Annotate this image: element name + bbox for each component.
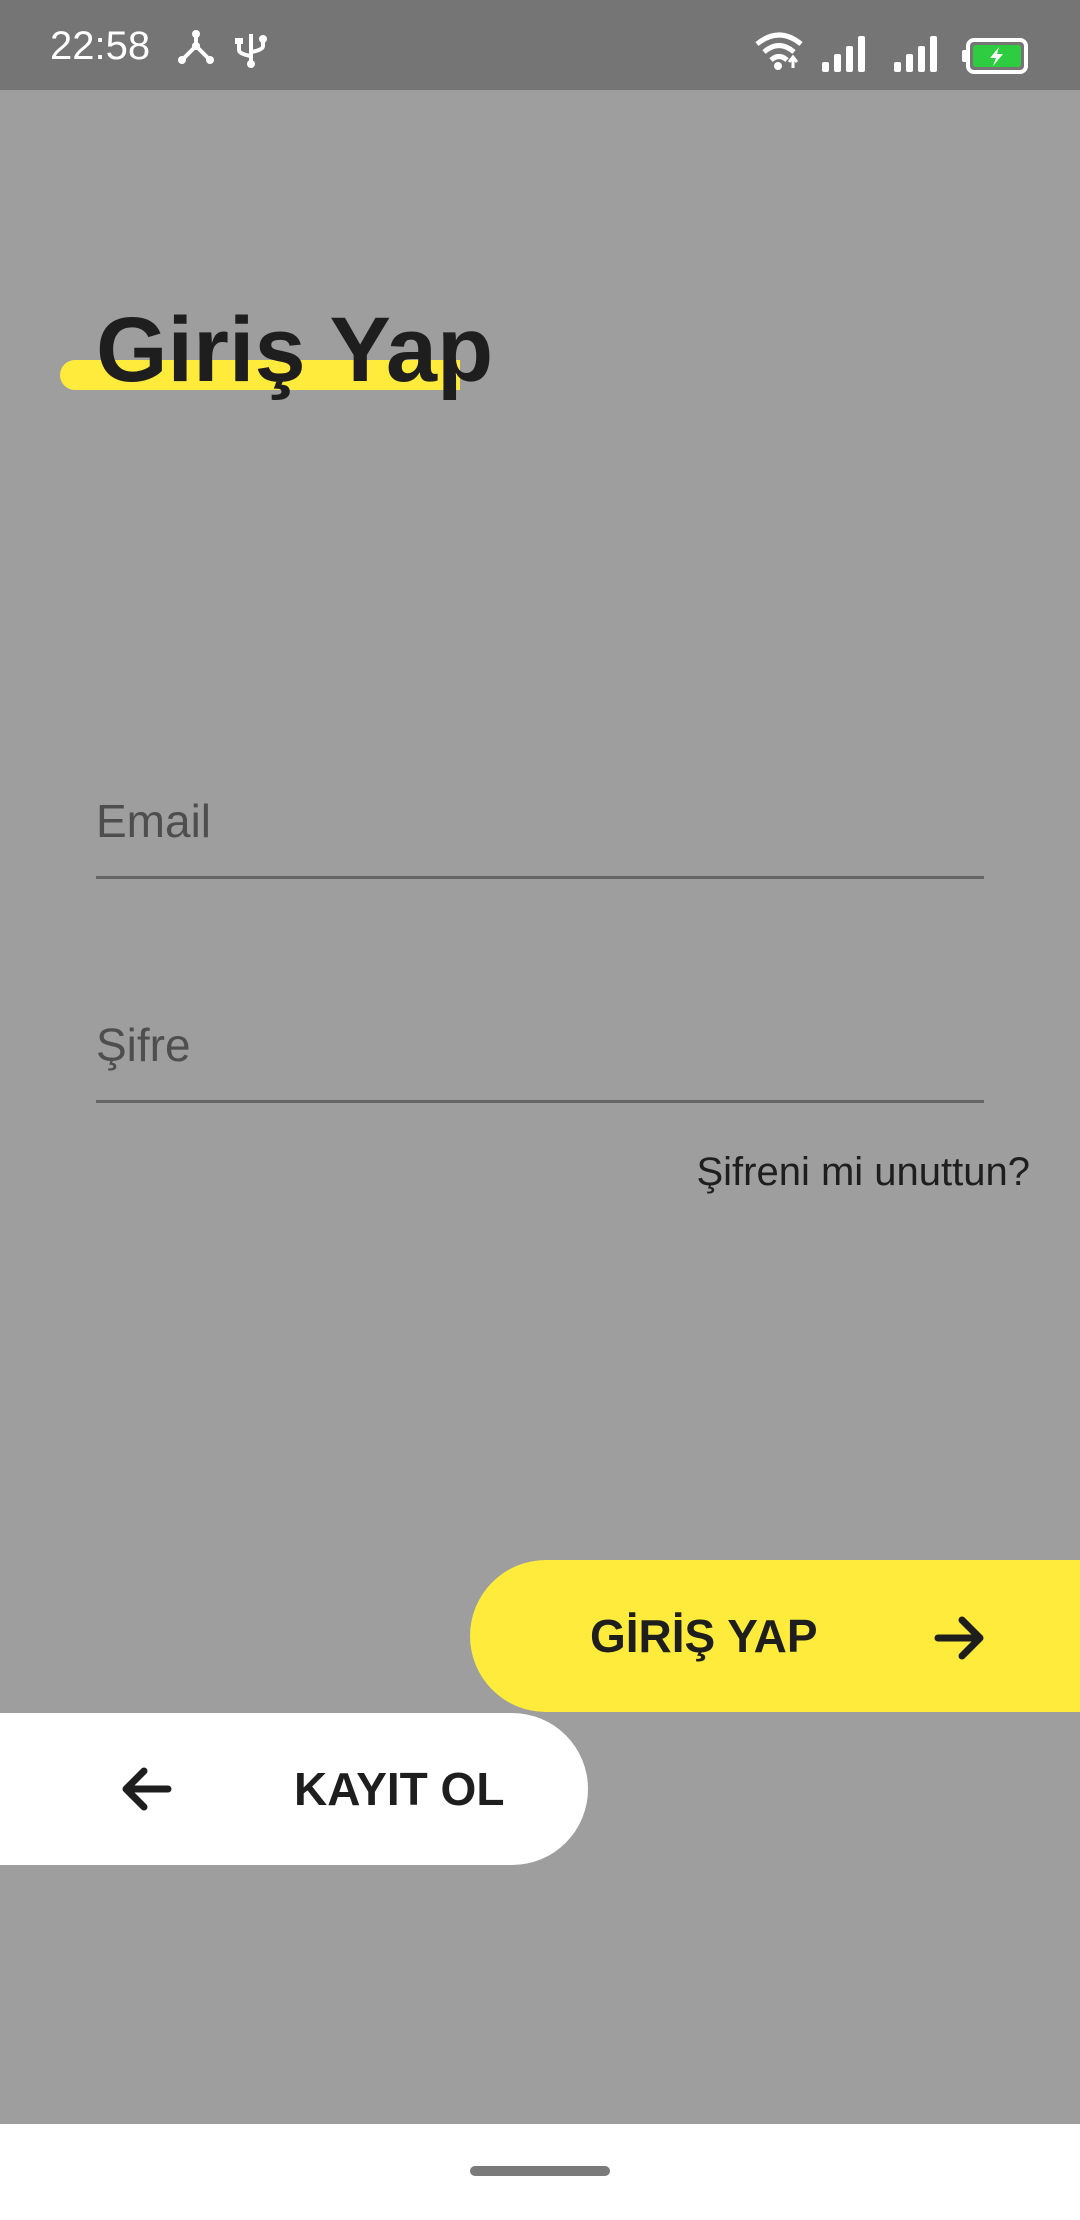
password-input[interactable] <box>96 990 984 1100</box>
forgot-password-link[interactable]: Şifreni mi unuttun? <box>696 1150 1030 1195</box>
status-time: 22:58 <box>50 24 151 68</box>
navigation-bar <box>0 2124 1080 2220</box>
login-button-label: GİRİŞ YAP <box>590 1610 818 1662</box>
signal-icon <box>820 34 870 77</box>
nodes-icon <box>176 30 216 71</box>
wifi-icon <box>754 32 804 75</box>
status-bar: 22:58 <box>0 0 1080 90</box>
page-title-wrap: Giriş Yap <box>60 300 493 410</box>
email-field[interactable] <box>96 766 984 879</box>
register-button[interactable]: KAYIT OL <box>0 1713 588 1865</box>
register-button-label: KAYIT OL <box>294 1763 505 1815</box>
page-title: Giriş Yap <box>96 299 494 401</box>
login-button[interactable]: GİRİŞ YAP <box>470 1560 1080 1712</box>
arrow-left-icon <box>118 1761 174 1817</box>
login-screen: 22:58 Giriş Yap Email Şifreni mi unuttun… <box>0 0 1080 2220</box>
email-input[interactable] <box>96 766 984 876</box>
arrow-right-icon <box>932 1610 988 1666</box>
battery-charging-icon <box>962 38 1030 79</box>
signal-icon <box>892 34 942 77</box>
password-field[interactable] <box>96 990 984 1103</box>
home-gesture-handle[interactable] <box>470 2166 610 2176</box>
usb-icon <box>234 30 268 73</box>
